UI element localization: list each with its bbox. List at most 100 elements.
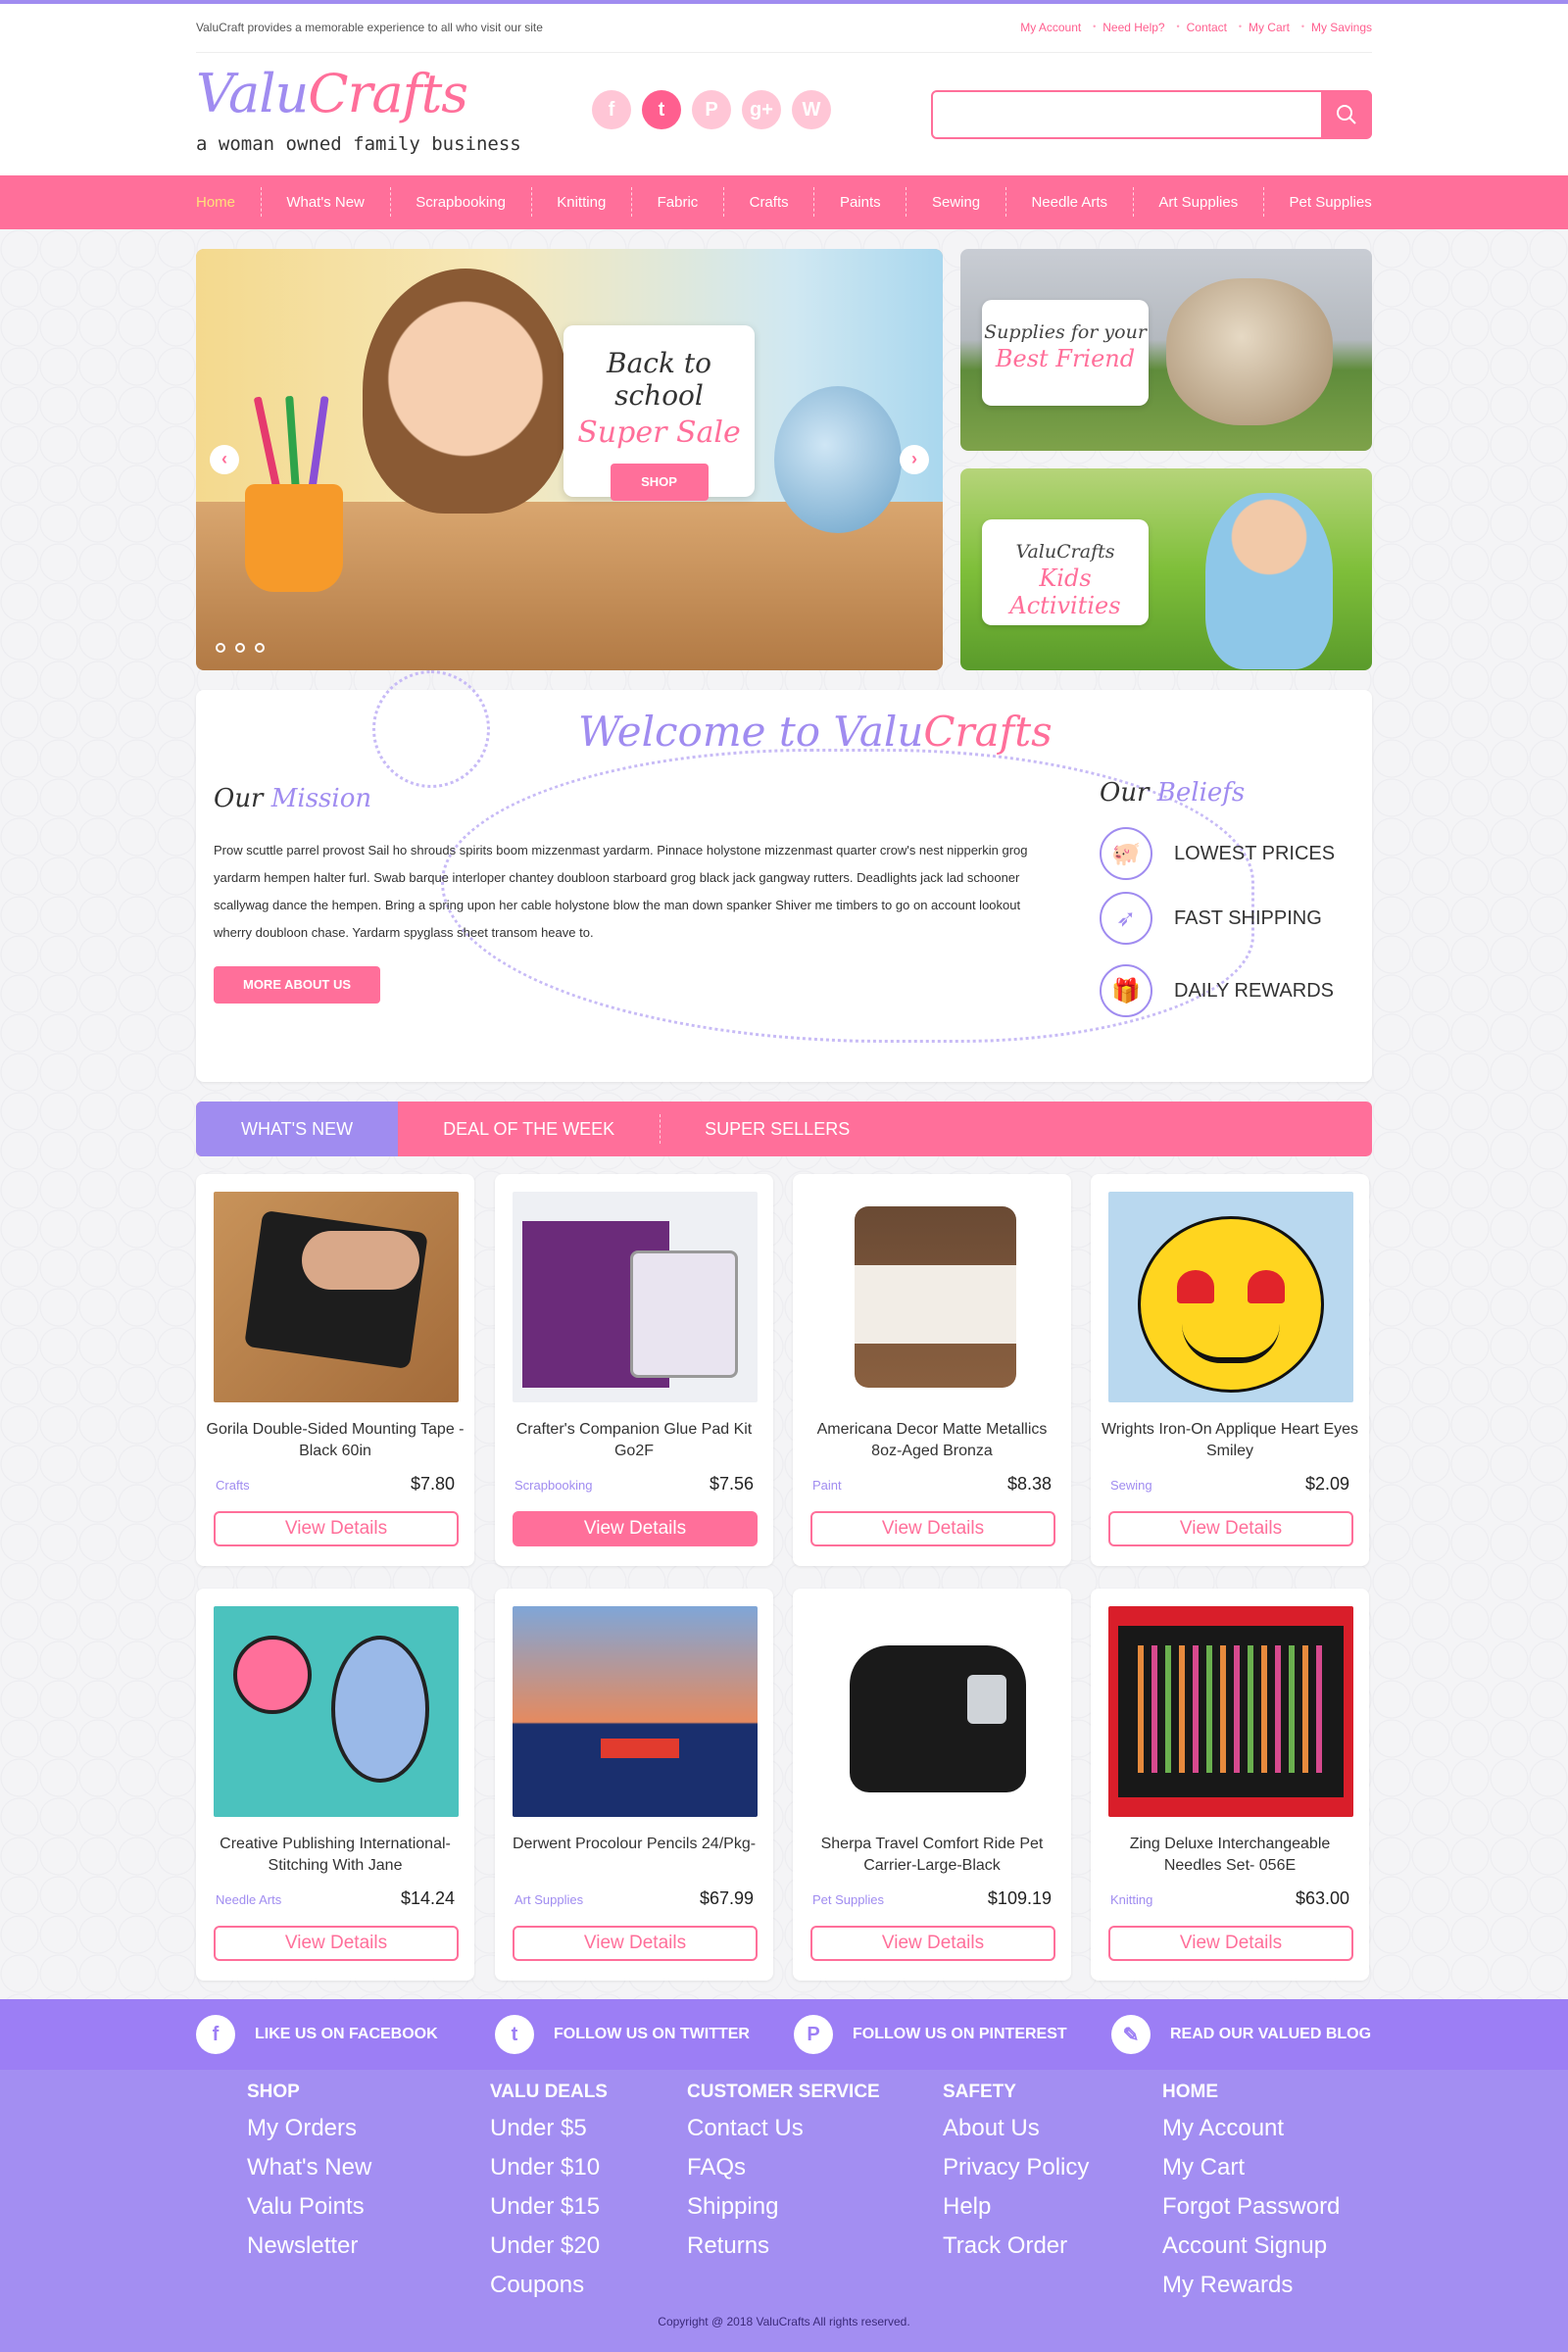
google-plus-icon[interactable]: g+ bbox=[742, 90, 781, 129]
my-cart-link[interactable]: My Cart bbox=[1238, 21, 1304, 34]
my-savings-link[interactable]: My Savings bbox=[1300, 21, 1372, 34]
nav-home[interactable]: Home bbox=[196, 175, 235, 229]
nav-crafts[interactable]: Crafts bbox=[750, 175, 789, 229]
product-name[interactable]: Americana Decor Matte Metallics 8oz-Aged… bbox=[803, 1419, 1061, 1462]
product-category[interactable]: Scrapbooking bbox=[514, 1478, 593, 1493]
footer-link[interactable]: Track Order bbox=[943, 2227, 1089, 2266]
footer-link[interactable]: Under $10 bbox=[490, 2148, 608, 2187]
facebook-icon[interactable]: f bbox=[592, 90, 631, 129]
kids-activities-banner[interactable]: ValuCrafts Kids Activities bbox=[960, 468, 1372, 670]
product-image[interactable] bbox=[1108, 1192, 1353, 1402]
product-category[interactable]: Sewing bbox=[1110, 1478, 1152, 1493]
my-account-link[interactable]: My Account bbox=[1009, 21, 1096, 34]
product-name[interactable]: Derwent Procolour Pencils 24/Pkg- bbox=[505, 1834, 763, 1855]
footer-link[interactable]: Coupons bbox=[490, 2266, 608, 2305]
nav-whats-new[interactable]: What's New bbox=[286, 175, 365, 229]
tab-whats-new[interactable]: WHAT'S NEW bbox=[196, 1102, 399, 1156]
nav-paints[interactable]: Paints bbox=[840, 175, 881, 229]
view-details-button[interactable]: View Details bbox=[214, 1926, 459, 1961]
footer-link[interactable]: Shipping bbox=[687, 2187, 880, 2227]
view-details-button[interactable]: View Details bbox=[1108, 1926, 1353, 1961]
footer-link[interactable]: Valu Points bbox=[247, 2187, 371, 2227]
view-details-button[interactable]: View Details bbox=[214, 1511, 459, 1546]
search-input[interactable] bbox=[941, 98, 1313, 131]
footer-link[interactable]: Account Signup bbox=[1162, 2227, 1340, 2266]
product-category[interactable]: Pet Supplies bbox=[812, 1892, 884, 1907]
slider-dot[interactable] bbox=[216, 643, 225, 653]
product-category[interactable]: Art Supplies bbox=[514, 1892, 583, 1907]
footer-link[interactable]: About Us bbox=[943, 2109, 1089, 2148]
slider-next-arrow-icon[interactable]: › bbox=[900, 445, 929, 474]
footer-link[interactable]: My Account bbox=[1162, 2109, 1340, 2148]
need-help-link[interactable]: Need Help? bbox=[1092, 21, 1180, 34]
read-blog-link[interactable]: ✎ READ OUR VALUED BLOG bbox=[1111, 2015, 1371, 2054]
hero-slider[interactable]: Back to school Super Sale SHOP ‹ › bbox=[196, 249, 943, 670]
product-image[interactable] bbox=[1108, 1606, 1353, 1817]
footer-link[interactable]: Under $20 bbox=[490, 2227, 608, 2266]
nav-sewing[interactable]: Sewing bbox=[932, 175, 980, 229]
like-facebook-link[interactable]: f LIKE US ON FACEBOOK bbox=[196, 2015, 438, 2054]
product-name[interactable]: Creative Publishing International-Stitch… bbox=[206, 1834, 465, 1877]
shop-button[interactable]: SHOP bbox=[610, 464, 709, 501]
footer-link[interactable]: Newsletter bbox=[247, 2227, 371, 2266]
wordpress-icon[interactable]: W bbox=[792, 90, 831, 129]
product-category[interactable]: Needle Arts bbox=[216, 1892, 281, 1907]
nav-fabric[interactable]: Fabric bbox=[658, 175, 699, 229]
pinterest-icon[interactable]: P bbox=[692, 90, 731, 129]
footer-link[interactable]: Help bbox=[943, 2187, 1089, 2227]
hero-line1: Back to school bbox=[607, 347, 711, 412]
product-image[interactable] bbox=[214, 1192, 459, 1402]
footer-link[interactable]: Returns bbox=[687, 2227, 880, 2266]
tab-deal-of-the-week[interactable]: DEAL OF THE WEEK bbox=[398, 1102, 660, 1156]
view-details-button[interactable]: View Details bbox=[513, 1511, 758, 1546]
best-friend-banner[interactable]: Supplies for your Best Friend bbox=[960, 249, 1372, 451]
footer-link[interactable]: My Orders bbox=[247, 2109, 371, 2148]
product-image[interactable] bbox=[810, 1192, 1055, 1402]
footer-link[interactable]: My Rewards bbox=[1162, 2266, 1340, 2305]
banner-label: ValuCrafts Kids Activities bbox=[982, 519, 1149, 625]
footer-link[interactable]: Under $5 bbox=[490, 2109, 608, 2148]
product-category[interactable]: Knitting bbox=[1110, 1892, 1152, 1907]
hero-image-girl bbox=[363, 269, 568, 514]
product-image[interactable] bbox=[513, 1192, 758, 1402]
product-image[interactable] bbox=[513, 1606, 758, 1817]
product-name[interactable]: Sherpa Travel Comfort Ride Pet Carrier-L… bbox=[803, 1834, 1061, 1877]
product-category[interactable]: Crafts bbox=[216, 1478, 250, 1493]
product-image[interactable] bbox=[810, 1606, 1055, 1817]
product-name[interactable]: Zing Deluxe Interchangeable Needles Set-… bbox=[1101, 1834, 1359, 1877]
product-category[interactable]: Paint bbox=[812, 1478, 842, 1493]
product-image[interactable] bbox=[214, 1606, 459, 1817]
footer-link[interactable]: FAQs bbox=[687, 2148, 880, 2187]
nav-pet-supplies[interactable]: Pet Supplies bbox=[1290, 175, 1372, 229]
contact-link[interactable]: Contact bbox=[1176, 21, 1243, 34]
twitter-icon[interactable]: t bbox=[642, 90, 681, 129]
slider-prev-arrow-icon[interactable]: ‹ bbox=[210, 445, 239, 474]
gift-icon: 🎁 bbox=[1100, 964, 1152, 1017]
nav-scrapbooking[interactable]: Scrapbooking bbox=[416, 175, 506, 229]
nav-knitting[interactable]: Knitting bbox=[557, 175, 606, 229]
footer-link[interactable]: Forgot Password bbox=[1162, 2187, 1340, 2227]
slider-dot[interactable] bbox=[235, 643, 245, 653]
footer-link[interactable]: Under $15 bbox=[490, 2187, 608, 2227]
view-details-button[interactable]: View Details bbox=[513, 1926, 758, 1961]
nav-needle-arts[interactable]: Needle Arts bbox=[1031, 175, 1107, 229]
view-details-button[interactable]: View Details bbox=[810, 1926, 1055, 1961]
site-logo[interactable]: ValuCrafts bbox=[196, 63, 468, 124]
view-details-button[interactable]: View Details bbox=[810, 1511, 1055, 1546]
product-name[interactable]: Wrights Iron-On Applique Heart Eyes Smil… bbox=[1101, 1419, 1359, 1462]
rocket-icon: ➶ bbox=[1100, 892, 1152, 945]
product-name[interactable]: Crafter's Companion Glue Pad Kit Go2F bbox=[505, 1419, 763, 1462]
nav-art-supplies[interactable]: Art Supplies bbox=[1158, 175, 1238, 229]
slider-dot[interactable] bbox=[255, 643, 265, 653]
search-button[interactable] bbox=[1321, 90, 1372, 139]
footer-link[interactable]: My Cart bbox=[1162, 2148, 1340, 2187]
follow-twitter-link[interactable]: t FOLLOW US ON TWITTER bbox=[495, 2015, 750, 2054]
follow-pinterest-link[interactable]: P FOLLOW US ON PINTEREST bbox=[794, 2015, 1067, 2054]
view-details-button[interactable]: View Details bbox=[1108, 1511, 1353, 1546]
footer-link[interactable]: Contact Us bbox=[687, 2109, 880, 2148]
footer-link[interactable]: Privacy Policy bbox=[943, 2148, 1089, 2187]
product-name[interactable]: Gorila Double-Sided Mounting Tape - Blac… bbox=[206, 1419, 465, 1462]
footer-link[interactable]: What's New bbox=[247, 2148, 371, 2187]
tab-super-sellers[interactable]: SUPER SELLERS bbox=[660, 1102, 895, 1156]
more-about-us-button[interactable]: MORE ABOUT US bbox=[214, 966, 380, 1004]
